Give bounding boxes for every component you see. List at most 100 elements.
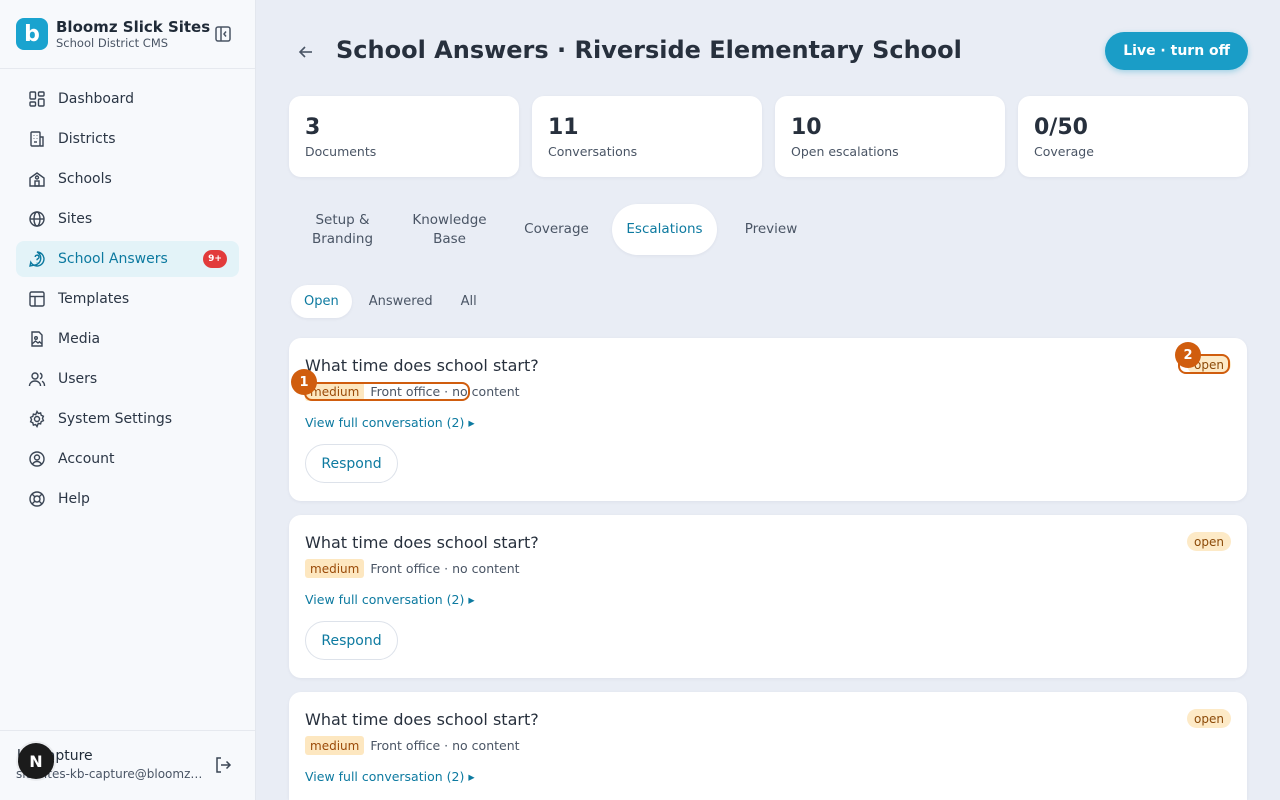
- sidebar-item-label: Sites: [58, 211, 93, 227]
- escalation-card: What time does school start? medium Fron…: [289, 515, 1247, 678]
- sidebar-item-templates[interactable]: Templates: [16, 281, 239, 317]
- escalation-meta: medium Front office · no content: [305, 559, 1231, 578]
- brand-header: b Bloomz Slick Sites School District CMS: [0, 0, 255, 69]
- layout-icon: [29, 291, 45, 307]
- sidebar-item-label: System Settings: [58, 411, 173, 427]
- sidebar-item-label: Templates: [58, 291, 130, 307]
- gear-icon: [29, 410, 45, 428]
- user-circle-icon: [29, 451, 45, 467]
- escalation-card: What time does school start? medium Fron…: [289, 338, 1247, 501]
- back-arrow-icon[interactable]: [296, 42, 316, 62]
- sidebar-item-label: Districts: [58, 131, 116, 147]
- escalation-question: What time does school start?: [305, 356, 539, 375]
- sidebar-item-school-answers[interactable]: School Answers 9+: [16, 241, 239, 277]
- tab-label: Escalations: [626, 221, 703, 237]
- sidebar-item-users[interactable]: Users: [16, 361, 239, 397]
- school-icon: [29, 172, 45, 187]
- highlight-frame: [304, 382, 470, 401]
- sidebar-nav: Dashboard Districts Schools Sites School…: [0, 69, 255, 517]
- sidebar-item-label: Account: [58, 451, 115, 467]
- escalation-question: What time does school start?: [305, 710, 539, 729]
- stat-label: Coverage: [1034, 144, 1094, 159]
- sidebar-item-label: Schools: [58, 171, 112, 187]
- stat-value: 11: [548, 115, 579, 140]
- view-conversation-link[interactable]: View full conversation (2) ▸: [305, 592, 1231, 607]
- building-icon: [30, 131, 44, 147]
- stat-label: Documents: [305, 144, 377, 159]
- priority-badge: medium: [305, 559, 365, 578]
- filter-all[interactable]: All: [448, 285, 490, 318]
- status-filter: Open Answered All: [291, 285, 490, 318]
- sidebar-item-label: Users: [58, 371, 98, 387]
- tab-preview[interactable]: Preview: [717, 204, 825, 255]
- notification-badge: 9+: [203, 250, 227, 268]
- tab-bar: Setup & Branding Knowledge Base Coverage E…: [289, 204, 825, 255]
- tab-setup-branding[interactable]: Setup & Branding: [289, 204, 396, 255]
- stat-value: 10: [791, 115, 822, 140]
- globe-icon: [29, 211, 45, 227]
- sidebar-item-label: Media: [58, 331, 101, 347]
- respond-button[interactable]: Respond: [305, 621, 398, 660]
- sidebar-item-help[interactable]: Help: [16, 481, 239, 517]
- brand-text: Bloomz Slick Sites School District CMS: [56, 18, 213, 51]
- escalation-source: Front office · no content: [370, 561, 520, 576]
- tab-escalations[interactable]: Escalations: [612, 204, 717, 255]
- user-panel: kb-capture sitesites-kb-capture@bloomz.c…: [0, 730, 255, 800]
- escalation-meta: medium Front office · no content: [305, 736, 1231, 755]
- tab-label-line: Base: [433, 230, 466, 247]
- tab-label: Coverage: [524, 221, 589, 237]
- page-title: School Answers · Riverside Elementary Sc…: [336, 36, 962, 64]
- live-toggle-button[interactable]: Live · turn off: [1105, 32, 1248, 70]
- sidebar-collapse-icon[interactable]: [213, 24, 233, 44]
- tab-coverage[interactable]: Coverage: [503, 204, 610, 255]
- sidebar-item-dashboard[interactable]: Dashboard: [16, 81, 239, 117]
- escalation-source: Front office · no content: [370, 738, 520, 753]
- help-circle-icon: [29, 251, 45, 267]
- stat-value: 0/50: [1034, 115, 1088, 140]
- escalation-card: What time does school start? medium Fron…: [289, 692, 1247, 800]
- sidebar-item-label: School Answers: [58, 251, 168, 267]
- filter-open[interactable]: Open: [291, 285, 352, 318]
- annotation-marker: 2: [1175, 342, 1201, 368]
- sidebar-item-account[interactable]: Account: [16, 441, 239, 477]
- stat-coverage: 0/50 Coverage: [1018, 96, 1248, 177]
- sidebar-item-media[interactable]: Media: [16, 321, 239, 357]
- image-file-icon: [31, 331, 43, 347]
- view-conversation-link[interactable]: View full conversation (2) ▸: [305, 769, 1231, 784]
- sidebar-item-label: Help: [58, 491, 90, 507]
- stat-documents: 3 Documents: [289, 96, 519, 177]
- stat-conversations: 11 Conversations: [532, 96, 762, 177]
- users-icon: [28, 372, 46, 387]
- tab-label-line: Branding: [311, 230, 374, 247]
- lifebuoy-icon: [29, 491, 45, 507]
- stat-label: Conversations: [548, 144, 638, 159]
- sidebar-item-label: Dashboard: [58, 91, 134, 107]
- brand-subtitle: School District CMS: [56, 35, 169, 50]
- escalation-question: What time does school start?: [305, 533, 539, 552]
- main-content: School Answers · Riverside Elementary Sc…: [256, 0, 1280, 800]
- view-conversation-link[interactable]: View full conversation (2) ▸: [305, 415, 1231, 430]
- status-badge: open: [1187, 709, 1231, 728]
- brand-title: Bloomz Slick Sites: [56, 17, 211, 36]
- status-badge: open: [1187, 532, 1231, 551]
- sidebar-item-schools[interactable]: Schools: [16, 161, 239, 197]
- respond-button[interactable]: Respond: [305, 444, 398, 483]
- logo: b: [16, 18, 48, 50]
- tab-label-line: Knowledge: [412, 211, 487, 228]
- stats-row: 3 Documents 11 Conversations 10 Open esc…: [289, 96, 1248, 177]
- tab-label-line: Setup &: [315, 211, 370, 228]
- annotation-marker: 1: [291, 369, 317, 395]
- logout-icon[interactable]: [213, 755, 233, 775]
- dashboard-icon: [29, 91, 45, 107]
- sidebar-item-system-settings[interactable]: System Settings: [16, 401, 239, 437]
- tab-label: Preview: [744, 221, 798, 237]
- stat-label: Open escalations: [791, 144, 899, 159]
- sidebar-item-sites[interactable]: Sites: [16, 201, 239, 237]
- tab-knowledge-base[interactable]: Knowledge Base: [396, 204, 503, 255]
- stat-open-escalations: 10 Open escalations: [775, 96, 1005, 177]
- avatar[interactable]: N: [18, 743, 54, 779]
- filter-answered[interactable]: Answered: [356, 285, 446, 318]
- stat-value: 3: [305, 115, 321, 140]
- sidebar-item-districts[interactable]: Districts: [16, 121, 239, 157]
- priority-badge: medium: [305, 736, 365, 755]
